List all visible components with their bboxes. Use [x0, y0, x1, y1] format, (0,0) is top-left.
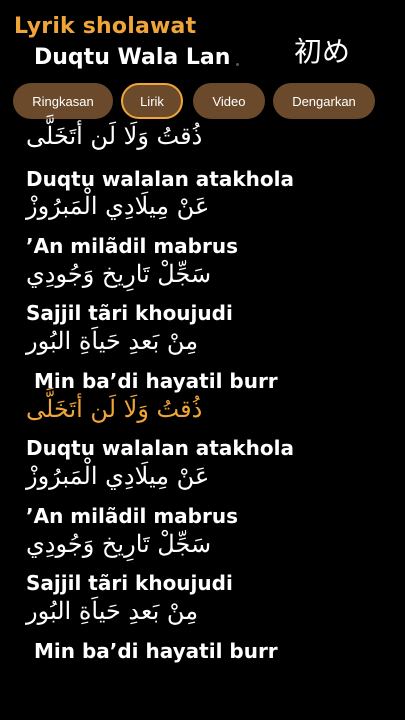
lyric-line: عَنْ مِيلَادِي الْمَبرُوزْ [26, 192, 210, 220]
app-title: Lyrik sholawat [14, 14, 197, 39]
lyric-line: مِنْ بَعدِ حَياَةِ البُور [26, 597, 199, 625]
lyric-line: عَنْ مِيلَادِي الْمَبرُوزْ [26, 462, 210, 490]
lyric-line: ’An milãdil mabrus [26, 234, 238, 258]
lyric-line: ’An milãdil mabrus [26, 504, 238, 528]
lyric-line: Duqtu walalan atakhola [26, 436, 294, 460]
header: Lyrik sholawat Duqtu Wala Lan 初め [0, 0, 405, 80]
lyric-line: Duqtu walalan atakhola [26, 167, 294, 191]
lyric-line: Sajjil tãri khoujudi [26, 301, 233, 325]
tab-video[interactable]: Video [193, 83, 265, 119]
lyric-line: سَجِّلْ تَارِيخ وَجُودِي [26, 530, 212, 558]
lyric-line: Min ba’di hayatil burr [34, 369, 278, 393]
tab-bar: Ringkasan Lirik Video Dengarkan [13, 83, 393, 119]
lyric-line: سَجِّلْ تَارِيخ وَجُودِي [26, 260, 212, 288]
song-title: Duqtu Wala Lan [34, 45, 231, 70]
tab-lirik[interactable]: Lirik [121, 83, 183, 119]
tab-ringkasan[interactable]: Ringkasan [13, 83, 113, 119]
lyric-line: ذُقتُ وَلَا لَن أتَخَلَّى [26, 395, 203, 423]
corner-tag: 初め [294, 35, 351, 68]
lyrics-panel: ذُقتُ وَلَا لَن أتَخَلَّى Duqtu walalan … [0, 120, 405, 680]
lyric-line: ذُقتُ وَلَا لَن أتَخَلَّى [26, 122, 203, 150]
decorative-dot [236, 63, 239, 66]
tab-dengarkan[interactable]: Dengarkan [273, 83, 375, 119]
lyric-line: مِنْ بَعدِ حَياَةِ البُور [26, 327, 199, 355]
lyric-line: Sajjil tãri khoujudi [26, 571, 233, 595]
lyric-line: Min ba’di hayatil burr [34, 639, 278, 663]
